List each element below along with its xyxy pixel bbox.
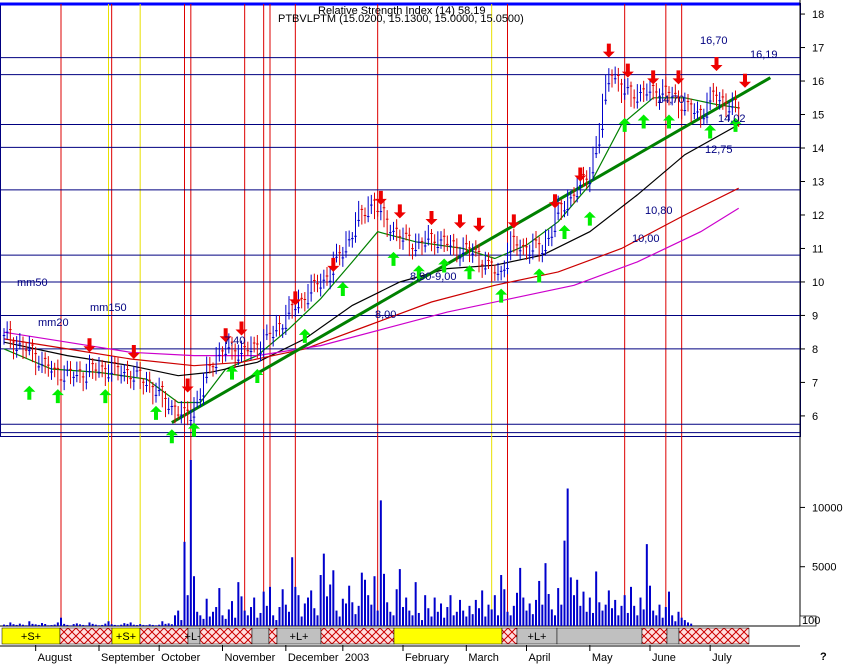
signal-segment[interactable] <box>199 627 253 645</box>
month-label: October <box>161 652 200 664</box>
price-tick-label: 10 <box>812 277 824 289</box>
sell-arrow-down <box>621 63 634 78</box>
price-tick-label: 18 <box>812 9 824 21</box>
month-label: August <box>38 652 72 664</box>
sell-arrow-down <box>549 194 561 209</box>
chart-label: 14,70 <box>657 94 685 106</box>
price-tick-label: 11 <box>812 243 823 255</box>
volume-tick-label: 5000 <box>812 562 836 574</box>
support-trendline <box>171 76 772 424</box>
chart-label: 10,80 <box>645 205 673 217</box>
month-label: September <box>101 652 155 664</box>
price-panel-frame <box>0 3 801 437</box>
sell-arrow-down <box>739 73 751 88</box>
month-label: July <box>712 652 732 664</box>
sell-arrow-down <box>327 257 340 272</box>
price-tick-label: 12 <box>812 210 824 222</box>
buy-arrow-up <box>663 114 675 129</box>
month-label: 2003 <box>345 652 369 664</box>
signal-segment-label: +S+ <box>21 631 41 643</box>
price-tick-label: 6 <box>812 411 818 423</box>
sell-arrow-down <box>454 214 466 229</box>
moving-averages <box>3 97 740 404</box>
sell-arrow-down <box>647 70 660 85</box>
price-tick-label: 8 <box>812 344 818 356</box>
chart-label: 8,90-9,00 <box>410 271 456 283</box>
sell-arrow-down <box>289 291 302 306</box>
signal-segment-label: +L+ <box>528 631 547 643</box>
buy-arrow-up <box>51 389 64 404</box>
scale-box-label: 100 <box>802 615 820 627</box>
buy-arrow-up <box>637 114 650 129</box>
chart-label: 12,75 <box>705 144 733 156</box>
buy-arrow-up <box>336 281 349 296</box>
signal-segment[interactable] <box>139 627 189 645</box>
sell-arrow-down <box>393 204 406 219</box>
chart-label: 8,00 <box>375 309 396 321</box>
sell-arrow-down <box>425 211 438 226</box>
buy-arrow-up <box>583 211 596 226</box>
chart-label: 16,70 <box>700 35 728 47</box>
month-label: February <box>405 652 450 664</box>
chart-label: 10,00 <box>632 233 660 245</box>
price-axis: 6 7 8 9 10 11 12 13 14 15 16 17 18 5000 10000 <box>800 9 843 574</box>
chart-label: mm20 <box>38 317 69 329</box>
signal-segment[interactable] <box>556 627 643 645</box>
volume-tick-label: 10000 <box>812 502 843 514</box>
price-tick-label: 15 <box>812 110 824 122</box>
price-tick-label: 13 <box>812 176 824 188</box>
signal-segment[interactable] <box>501 627 518 645</box>
chart-label: mm50 <box>17 277 48 289</box>
signal-segment[interactable] <box>641 627 668 645</box>
signal-segment-label: +L+ <box>290 631 309 643</box>
chart-label: 16,19 <box>750 49 778 61</box>
signal-segment[interactable] <box>393 627 503 645</box>
chart-title: PTBVLPTM (15.0200, 15.1300, 15.0000, 15.… <box>278 13 524 25</box>
buy-arrow-up <box>704 124 717 139</box>
volume-bars <box>3 460 693 626</box>
buy-arrow-up <box>99 389 112 404</box>
signal-segment[interactable] <box>666 627 680 645</box>
month-label: June <box>652 652 676 664</box>
sell-arrow-down <box>235 321 248 336</box>
sell-arrow-down <box>374 190 387 205</box>
month-label: April <box>529 652 551 664</box>
month-label: May <box>592 652 613 664</box>
stock-chart: 16,70 16,19 14,70 14,02 12,75 10,80 10,00 8,90-… <box>0 0 843 664</box>
chart-label: 7,40 <box>224 335 245 347</box>
ma-line-mm50 <box>3 124 739 377</box>
price-tick-label: 9 <box>812 310 818 322</box>
sell-arrow-down <box>473 217 485 232</box>
month-label: March <box>468 652 499 664</box>
sell-arrow-down <box>672 70 685 85</box>
buy-arrow-up <box>387 251 400 266</box>
price-tick-label: 16 <box>812 76 824 88</box>
buy-arrow-up <box>495 288 508 303</box>
buy-arrow-up <box>23 385 36 400</box>
buy-arrow-up <box>150 405 162 420</box>
sell-arrow-down <box>710 56 723 71</box>
ma-line-mm100 <box>3 187 739 367</box>
chart-label: 14,02 <box>718 113 746 125</box>
signal-segment[interactable] <box>678 627 750 645</box>
chart-annotations: 16,70 16,19 14,70 14,02 12,75 10,80 10,00 8,90-… <box>17 35 778 347</box>
price-tick-label: 17 <box>812 43 824 55</box>
chart-label: mm150 <box>90 302 127 314</box>
month-axis: August September October November December 20… <box>0 645 800 664</box>
sell-arrow-down <box>181 378 194 393</box>
signal-segment[interactable] <box>320 627 395 645</box>
price-tick-label: 7 <box>812 377 818 389</box>
buy-arrow-up <box>558 225 571 240</box>
signal-segment[interactable] <box>251 627 270 645</box>
month-label: November <box>225 652 276 664</box>
price-tick-label: 14 <box>812 143 824 155</box>
month-label: December <box>288 652 339 664</box>
signal-segment-label: +S+ <box>116 631 136 643</box>
signal-segment[interactable] <box>268 627 278 645</box>
signal-segment[interactable] <box>59 627 113 645</box>
trendline <box>171 76 772 424</box>
sell-arrow-down <box>602 43 615 58</box>
help-mark[interactable]: ? <box>820 651 827 663</box>
